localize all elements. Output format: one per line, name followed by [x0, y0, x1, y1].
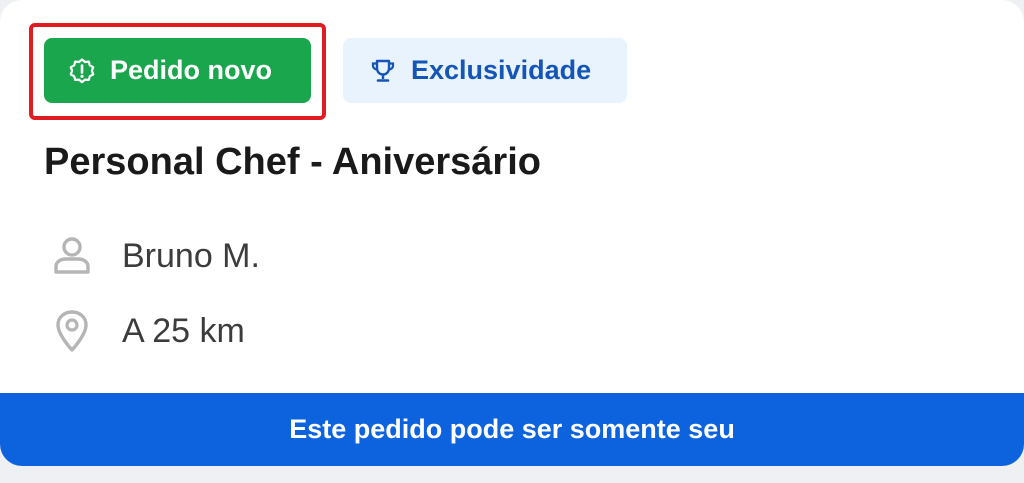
- order-card[interactable]: Pedido novo Exclusividade Personal Chef …: [0, 0, 1024, 466]
- exclusivity-tag-label: Exclusividade: [411, 55, 592, 85]
- trophy-icon: [369, 57, 397, 85]
- new-order-tag: Pedido novo: [44, 38, 311, 103]
- person-icon: [50, 234, 94, 278]
- exclusivity-banner: Este pedido pode ser somente seu: [0, 393, 1024, 466]
- customer-name: Bruno M.: [122, 236, 260, 275]
- tag-list: Pedido novo Exclusividade: [44, 38, 627, 103]
- order-title: Personal Chef - Aniversário: [44, 141, 541, 183]
- exclusivity-tag: Exclusividade: [343, 38, 627, 103]
- distance-text: A 25 km: [122, 311, 245, 350]
- map-pin-icon: [50, 309, 94, 353]
- new-order-tag-label: Pedido novo: [110, 55, 272, 85]
- alert-badge-icon: [68, 57, 96, 85]
- distance-row: A 25 km: [50, 309, 245, 353]
- customer-row: Bruno M.: [50, 234, 260, 278]
- banner-text: Este pedido pode ser somente seu: [289, 414, 735, 444]
